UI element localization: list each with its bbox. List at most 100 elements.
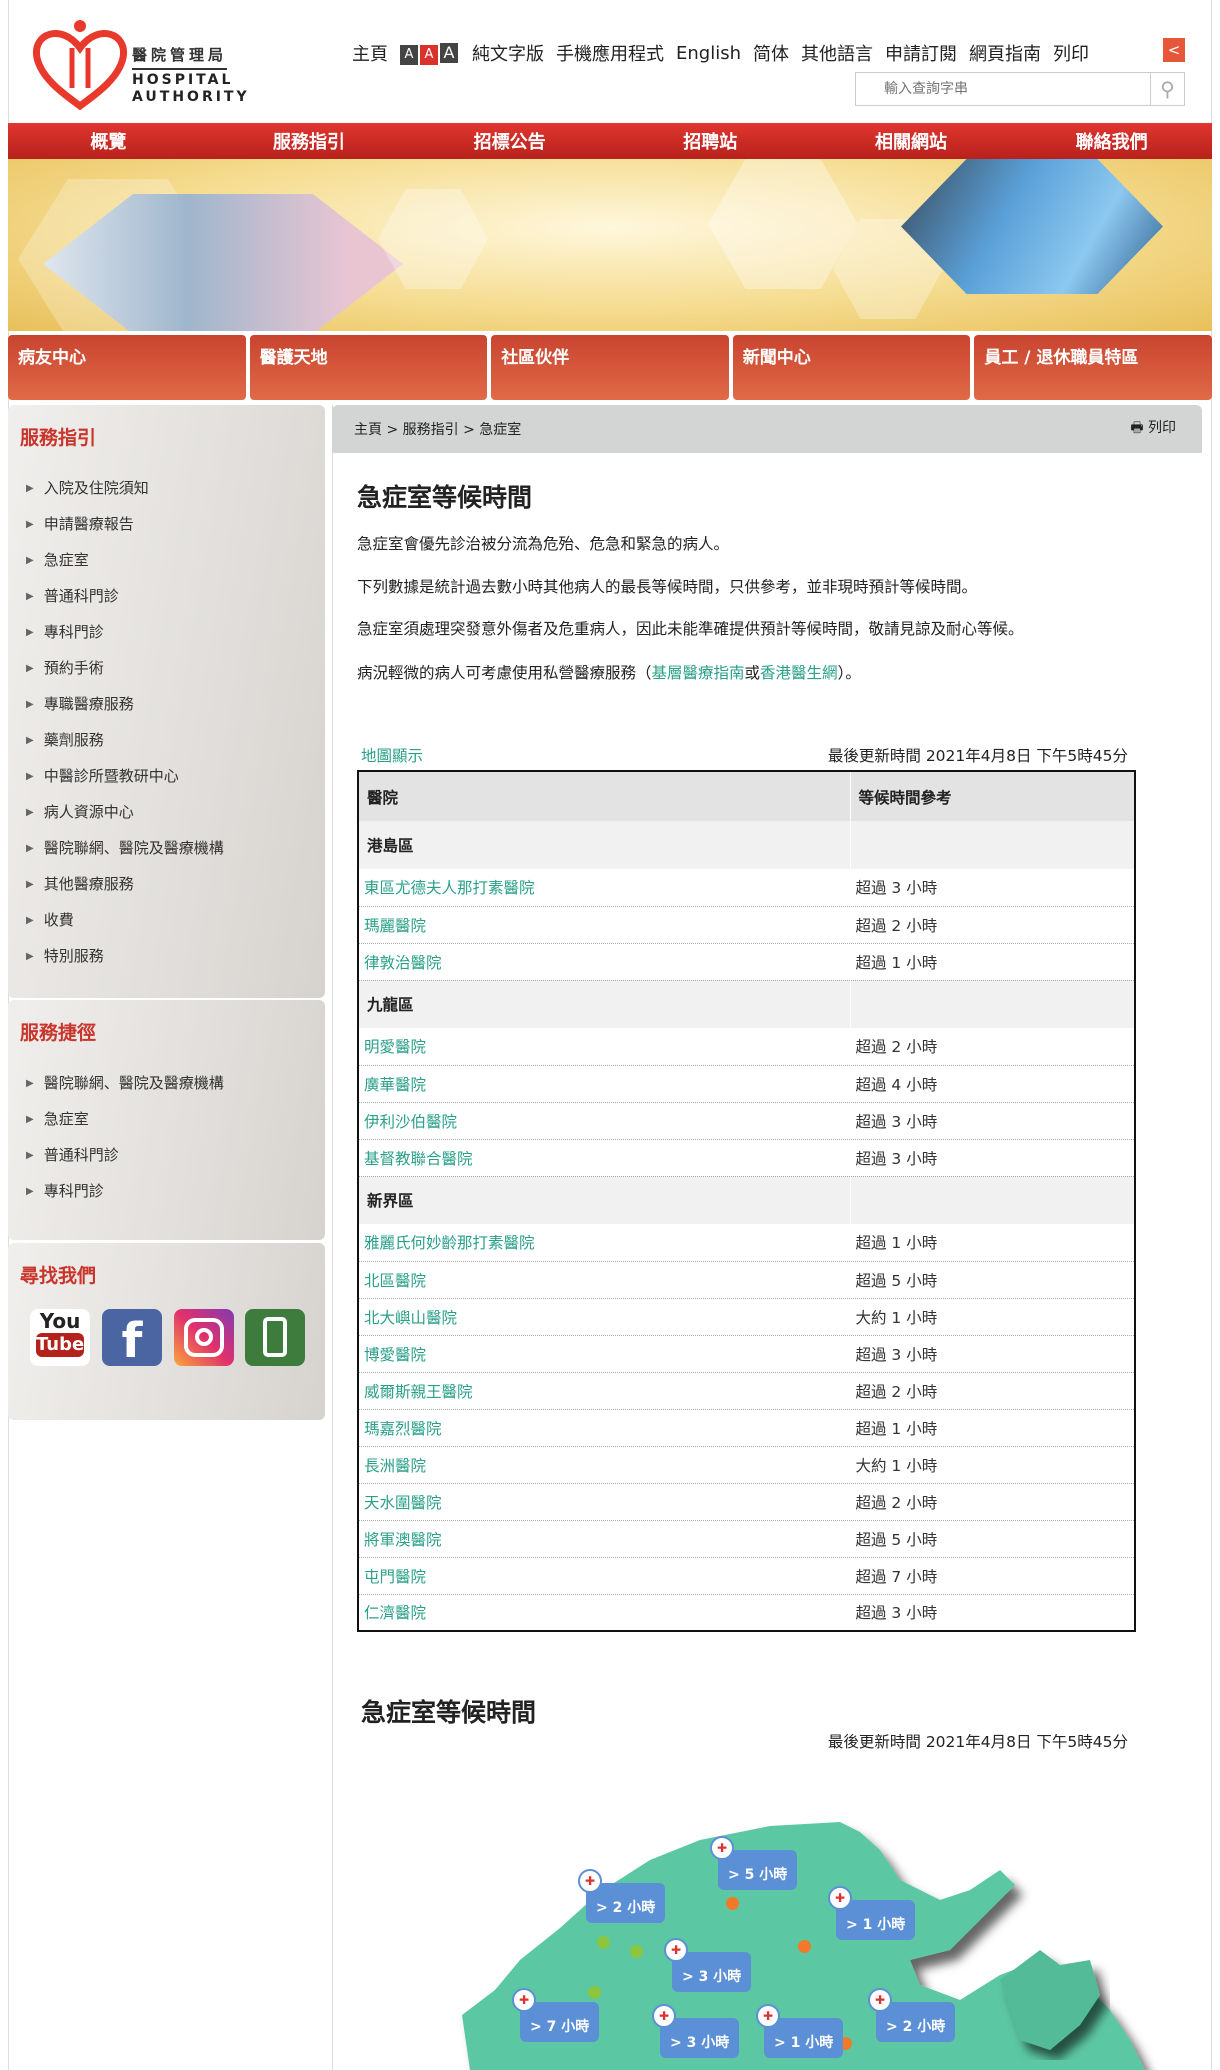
tab-healthcare-professionals[interactable]: 醫護天地: [249, 335, 488, 400]
font-medium-button[interactable]: A: [420, 44, 438, 65]
site-guide-link[interactable]: 網頁指南: [969, 40, 1041, 66]
table-row: 瑪麗醫院 超過 2 小時: [358, 906, 1135, 944]
wait-time-bubble[interactable]: ✚ > 1 小時: [756, 2004, 844, 2058]
home-link[interactable]: 主頁: [352, 40, 388, 66]
hospital-dot[interactable]: [630, 1945, 643, 1958]
breadcrumb-sep: >: [386, 422, 399, 438]
hk-doctors-link[interactable]: 香港醫生網: [760, 664, 838, 682]
hospital-dot[interactable]: [588, 1986, 601, 1999]
hospital-cell: 北大嶼山醫院: [358, 1298, 850, 1336]
map-view-link[interactable]: 地圖顯示: [361, 744, 423, 766]
hospital-link[interactable]: 東區尤德夫人那打素醫院: [364, 879, 535, 897]
tab-community-partners[interactable]: 社區伙伴: [491, 335, 729, 400]
wait-time-bubble[interactable]: ✚ > 5 小時: [710, 1836, 798, 1890]
shortcut-item[interactable]: 專科門診: [26, 1180, 104, 1201]
shortcut-item[interactable]: 急症室: [26, 1108, 89, 1129]
nav-services[interactable]: 服務指引: [209, 128, 409, 154]
search-input[interactable]: [856, 73, 1150, 105]
instagram-icon[interactable]: [174, 1309, 234, 1366]
table-row: 明愛醫院 超過 2 小時: [358, 1028, 1135, 1066]
hospital-link[interactable]: 威爾斯親王醫院: [364, 1383, 473, 1401]
table-row: 廣華醫院 超過 4 小時: [358, 1065, 1135, 1103]
sidebar-item[interactable]: 申請醫療報告: [26, 513, 134, 534]
wait-time-cell: 超過 7 小時: [849, 1557, 1135, 1595]
share-icon[interactable]: <: [1163, 38, 1185, 62]
hospital-logo-icon: ✚: [828, 1886, 852, 1910]
print-link[interactable]: 列印: [1053, 40, 1089, 66]
intro-paragraph-1: 急症室會優先診治被分流為危殆、危急和緊急的病人。: [357, 535, 730, 553]
sidebar-item[interactable]: 專科門診: [26, 621, 104, 642]
wait-time-bubble[interactable]: ✚ > 1 小時: [828, 1886, 916, 1940]
hospital-link[interactable]: 律敦治醫院: [364, 954, 442, 972]
subscribe-link[interactable]: 申請訂閱: [885, 40, 957, 66]
wait-time-cell: 超過 2 小時: [849, 1483, 1135, 1521]
mobile-app-icon[interactable]: [245, 1309, 305, 1366]
nav-overview[interactable]: 概覽: [8, 128, 208, 154]
hospital-link[interactable]: 將軍澳醫院: [364, 1531, 442, 1549]
other-languages-link[interactable]: 其他語言: [801, 40, 873, 66]
font-small-button[interactable]: A: [400, 44, 418, 65]
simplified-link[interactable]: 简体: [753, 40, 789, 66]
main-nav: 概覽 服務指引 招標公告 招聘站 相關網站 聯絡我們: [8, 123, 1212, 159]
hospital-link[interactable]: 博愛醫院: [364, 1346, 426, 1364]
sidebar-item[interactable]: 其他醫療服務: [26, 873, 134, 894]
sidebar-item[interactable]: 藥劑服務: [26, 729, 104, 750]
facebook-icon[interactable]: f: [102, 1309, 162, 1366]
nav-careers[interactable]: 招聘站: [610, 128, 810, 154]
search-box: ⚲: [855, 72, 1185, 106]
search-icon[interactable]: ⚲: [1150, 73, 1184, 105]
tab-staff-retirees[interactable]: 員工 / 退休職員特區: [974, 335, 1212, 400]
wait-time-cell: 超過 3 小時: [849, 1102, 1135, 1140]
hospital-cell: 廣華醫院: [358, 1065, 850, 1103]
breadcrumb-home[interactable]: 主頁: [354, 422, 382, 438]
breadcrumb-services[interactable]: 服務指引: [403, 422, 459, 438]
hospital-link[interactable]: 瑪麗醫院: [364, 917, 426, 935]
hospital-link[interactable]: 天水圍醫院: [364, 1494, 442, 1512]
hospital-link[interactable]: 瑪嘉烈醫院: [364, 1420, 442, 1438]
tab-press-centre[interactable]: 新聞中心: [732, 335, 971, 400]
sidebar-item[interactable]: 普通科門診: [26, 585, 119, 606]
english-link[interactable]: English: [676, 43, 741, 64]
wait-time-label: > 5 小時: [728, 1867, 788, 1883]
hospital-link[interactable]: 北區醫院: [364, 1272, 426, 1290]
tab-patient-corner[interactable]: 病友中心: [8, 335, 246, 400]
print-button[interactable]: 🖶 列印: [1130, 417, 1176, 441]
text-only-link[interactable]: 純文字版: [472, 40, 544, 66]
wait-time-bubble[interactable]: ✚ > 3 小時: [664, 1938, 752, 1992]
font-large-button[interactable]: A: [440, 42, 458, 63]
sidebar-item[interactable]: 中醫診所暨教研中心: [26, 765, 179, 786]
hospital-link[interactable]: 基督教聯合醫院: [364, 1150, 473, 1168]
wait-time-bubble[interactable]: ✚ > 7 小時: [512, 1988, 600, 2042]
hospital-dot[interactable]: [798, 1940, 811, 1953]
shortcut-item[interactable]: 醫院聯網、醫院及醫療機構: [26, 1072, 224, 1093]
hospital-link[interactable]: 屯門醫院: [364, 1568, 426, 1586]
mobile-app-link[interactable]: 手機應用程式: [556, 40, 664, 66]
wait-time-bubble[interactable]: ✚ > 3 小時: [652, 2004, 740, 2058]
hospital-dot[interactable]: [726, 1897, 739, 1910]
hospital-dot[interactable]: [597, 1936, 610, 1949]
sidebar-item[interactable]: 特別服務: [26, 945, 104, 966]
sidebar-item[interactable]: 醫院聯網、醫院及醫療機構: [26, 837, 224, 858]
wait-time-bubble[interactable]: ✚ > 2 小時: [868, 1988, 956, 2042]
nav-related-sites[interactable]: 相關網站: [811, 128, 1011, 154]
sidebar-item[interactable]: 急症室: [26, 549, 89, 570]
wait-time-bubble[interactable]: ✚ > 2 小時: [578, 1869, 666, 1923]
hospital-link[interactable]: 長洲醫院: [364, 1457, 426, 1475]
hospital-link[interactable]: 廣華醫院: [364, 1076, 426, 1094]
sidebar-item[interactable]: 病人資源中心: [26, 801, 134, 822]
hospital-link[interactable]: 仁濟醫院: [364, 1604, 426, 1622]
sidebar-item[interactable]: 預約手術: [26, 657, 104, 678]
hospital-logo-icon: ✚: [652, 2004, 676, 2028]
sidebar-item[interactable]: 收費: [26, 909, 74, 930]
hospital-link[interactable]: 雅麗氏何妙齡那打素醫院: [364, 1234, 535, 1252]
primary-care-directory-link[interactable]: 基層醫療指南: [652, 664, 745, 682]
youtube-icon[interactable]: You Tube: [30, 1309, 90, 1366]
sidebar-item[interactable]: 入院及住院須知: [26, 477, 149, 498]
nav-tenders[interactable]: 招標公告: [410, 128, 610, 154]
nav-contact[interactable]: 聯絡我們: [1012, 128, 1212, 154]
hospital-link[interactable]: 明愛醫院: [364, 1038, 426, 1056]
hospital-link[interactable]: 伊利沙伯醫院: [364, 1113, 457, 1131]
sidebar-item[interactable]: 專職醫療服務: [26, 693, 134, 714]
shortcut-item[interactable]: 普通科門診: [26, 1144, 119, 1165]
hospital-link[interactable]: 北大嶼山醫院: [364, 1309, 457, 1327]
